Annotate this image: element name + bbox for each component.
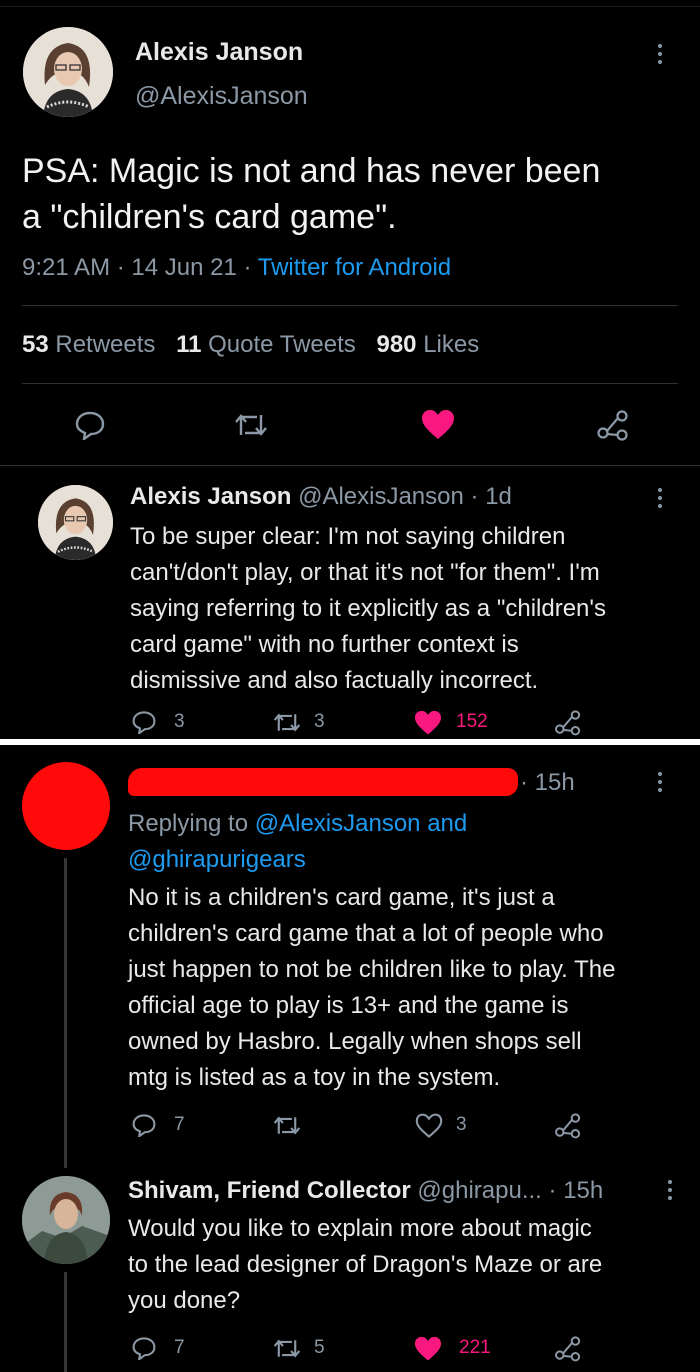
replying-handle[interactable]: @ghirapurigears [128,846,306,873]
share-icon[interactable] [554,709,582,736]
reply-age: 15h [563,1177,604,1204]
tweet-time: 9:21 AM [22,254,111,281]
reply-age: 1d [485,483,512,510]
tweet-meta: 9:21 AM · 14 Jun 21 · Twitter for Androi… [22,254,452,281]
reply-text-line: you done? [128,1287,241,1314]
share-icon[interactable] [554,1335,582,1362]
avatar-alexis-reply[interactable] [38,485,113,560]
share-icon[interactable] [554,1112,582,1139]
reply-count: 3 [174,711,185,732]
tweet-text-line: PSA: Magic is not and has never been [22,152,601,190]
quotes-count: 11 [176,331,202,358]
reply-text-line: can't/don't play, or that it's not "for … [130,559,600,586]
more-options-icon[interactable] [657,44,663,68]
reply-text-line: to the lead designer of Dragon's Maze or… [128,1251,603,1278]
reply-header: · 15h [520,769,575,796]
retweet-icon[interactable] [272,1337,302,1360]
retweets-count: 53 [22,331,49,358]
engagement-stats: 53 Retweets 11 Quote Tweets 980 Likes [22,331,479,359]
avatar-alexis-main[interactable] [23,27,113,117]
reply-count: 7 [174,1337,185,1358]
replying-to: Replying to @AlexisJanson and @ghirapuri… [128,806,688,878]
reply-text-line: dismissive and also factually incorrect. [130,667,539,694]
reply-icon[interactable] [131,710,157,734]
reply-text-line: No it is a children's card game, it's ju… [128,884,555,911]
author-name[interactable]: Alexis Janson [135,38,303,67]
quotes-label: Quote Tweets [208,331,356,358]
quotes-stat[interactable]: 11 Quote Tweets [176,331,356,358]
reply-author-handle[interactable]: @AlexisJanson [298,483,464,510]
avatar-redacted[interactable] [22,762,110,850]
screenshot-separator [0,739,700,745]
reply-text: Would you like to explain more about mag… [128,1211,693,1319]
retweet-icon[interactable] [233,411,269,439]
reply-header: Alexis Janson @AlexisJanson · 1d [130,483,512,510]
likes-label: Likes [423,331,480,358]
reply-text: To be super clear: I'm not saying childr… [130,519,690,699]
reply-header: Shivam, Friend Collector @ghirapu... · 1… [128,1177,604,1204]
reply-icon[interactable] [131,1336,157,1360]
retweet-count: 5 [314,1337,325,1358]
likes-count: 980 [376,331,417,358]
thread-line [64,1272,67,1372]
like-heart-filled-icon[interactable] [413,1336,443,1362]
like-count: 152 [456,711,488,732]
reply-text-line: owned by Hasbro. Legally when shops sell [128,1028,582,1055]
retweet-count: 3 [314,711,325,732]
tweet-date: 14 Jun 21 [131,254,237,281]
redaction-bar [128,768,518,796]
retweets-stat[interactable]: 53 Retweets [22,331,155,358]
more-options-icon[interactable] [657,772,663,796]
author-handle[interactable]: @AlexisJanson [135,82,308,111]
replying-handle[interactable]: @AlexisJanson [255,810,421,837]
like-count: 221 [459,1337,491,1358]
like-heart-outline-icon[interactable] [414,1113,444,1139]
retweet-icon[interactable] [272,711,302,734]
like-heart-filled-icon[interactable] [420,409,456,441]
like-heart-filled-icon[interactable] [413,710,443,736]
thread-line [64,858,67,1168]
reply-text-line: mtg is listed as a toy in the system. [128,1064,501,1091]
like-count: 3 [456,1114,467,1135]
tweet-text: PSA: Magic is not and has never been a "… [22,148,600,240]
reply-age: 15h [534,769,575,796]
reply-text-line: just happen to not be children like to p… [128,956,616,983]
tweet-source[interactable]: Twitter for Android [258,254,451,281]
reply-text-line: official age to play is 13+ and the game… [128,992,569,1019]
reply-text-line: saying referring to it explicitly as a "… [130,595,606,622]
reply-text-line: To be super clear: I'm not saying childr… [130,523,566,550]
reply-text-line: card game" with no further context is [130,631,519,658]
reply-count: 7 [174,1114,185,1135]
tweet-text-line: a "children's card game". [22,198,397,236]
likes-stat[interactable]: 980 Likes [376,331,479,358]
retweet-icon[interactable] [272,1114,302,1137]
retweets-label: Retweets [55,331,156,358]
reply-text: No it is a children's card game, it's ju… [128,880,693,1096]
share-icon[interactable] [596,409,630,441]
replying-and: and [427,810,468,837]
reply-text-line: children's card game that a lot of peopl… [128,920,604,947]
more-options-icon[interactable] [667,1180,673,1204]
avatar-shivam[interactable] [22,1176,110,1264]
more-options-icon[interactable] [657,488,663,512]
reply-text-line: Would you like to explain more about mag… [128,1215,592,1242]
reply-author-name[interactable]: Alexis Janson [130,483,291,510]
reply-author-name[interactable]: Shivam, Friend Collector [128,1177,411,1204]
reply-author-handle[interactable]: @ghirapu... [417,1177,541,1204]
reply-icon[interactable] [131,1113,157,1137]
replying-prefix: Replying to [128,810,249,837]
reply-icon[interactable] [74,410,106,440]
